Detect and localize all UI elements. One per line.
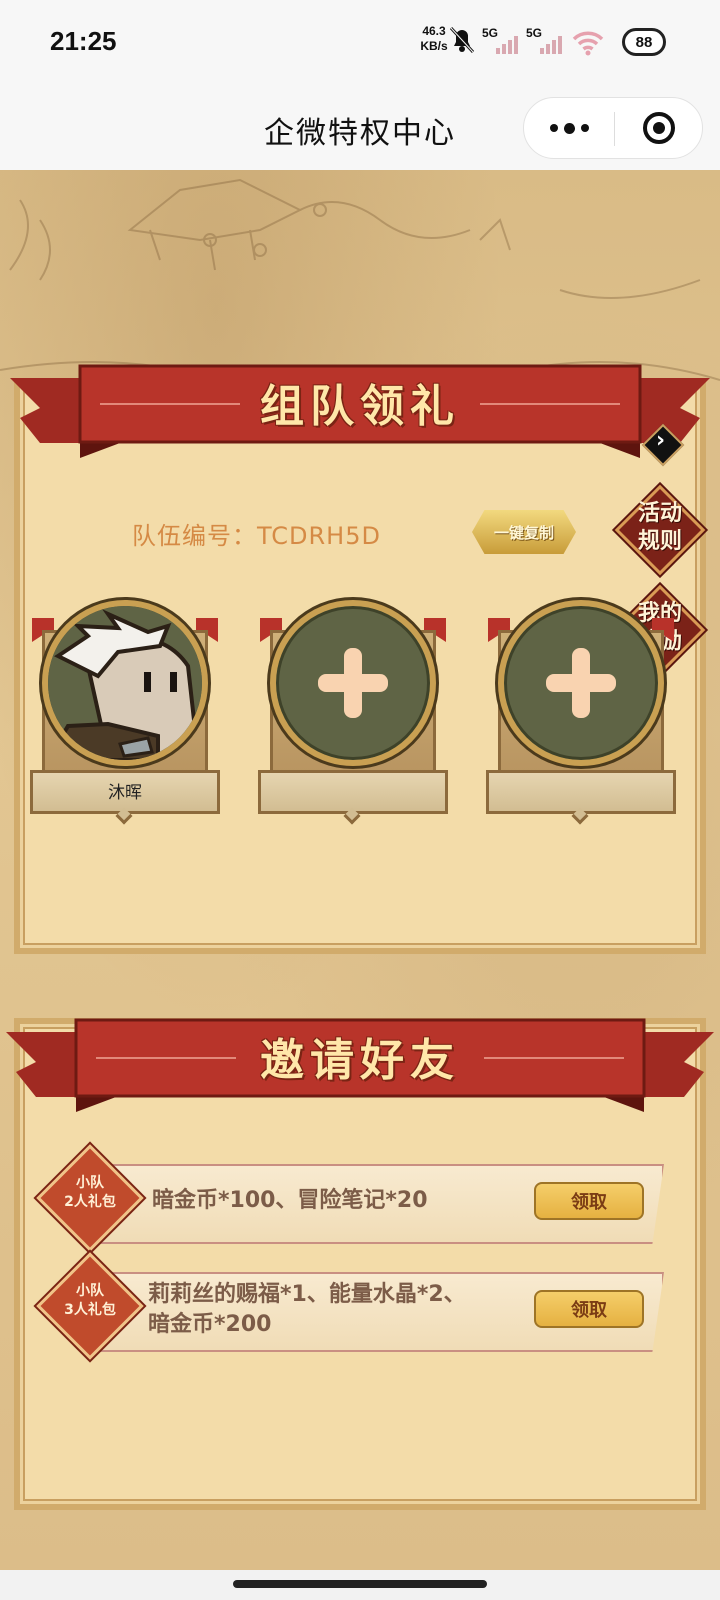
mute-bell-icon	[449, 26, 475, 54]
reward-row: 小队 3人礼包 莉莉丝的赐福*1、能量水晶*2、 暗金币*200 领取	[36, 1252, 664, 1360]
copy-team-code-button[interactable]: 一键复制	[472, 510, 576, 554]
plus-icon	[546, 648, 616, 718]
name-plate	[258, 770, 448, 814]
activity-rules-button[interactable]: 活动 规则	[614, 484, 706, 576]
reward-description-line1: 莉莉丝的赐福*1、能量水晶*2、	[148, 1282, 466, 1307]
invite-section-title: 邀请好友	[260, 1035, 460, 1086]
reward-row: 小队 2人礼包 暗金币*100、冒险笔记*20 领取	[36, 1144, 664, 1252]
badge-line2: 2人礼包	[64, 1194, 116, 1210]
signal-icon	[496, 36, 518, 54]
badge-line1: 小队	[76, 1283, 104, 1299]
chevron-right-icon: ›	[656, 428, 666, 453]
team-code: 队伍编号：TCDRH5D	[132, 516, 381, 551]
copy-button-label: 一键复制	[493, 523, 554, 542]
close-mini-program-button[interactable]	[615, 98, 703, 158]
claim-button[interactable]: 领取	[534, 1182, 644, 1220]
badge-line2: 3人礼包	[64, 1302, 116, 1318]
team-member-slot	[258, 600, 448, 825]
reward-badge-text: 小队 2人礼包	[44, 1174, 136, 1212]
reward-description-line2: 暗金币*200	[148, 1312, 272, 1337]
content-area: 组队领礼 › 队伍编号：TCDRH5D 一键复制 活动 规则 我的 奖励	[0, 170, 720, 1570]
invite-member-button[interactable]	[498, 600, 664, 766]
reward-description: 暗金币*100、冒险笔记*20	[152, 1186, 428, 1216]
member-avatar[interactable]	[42, 600, 208, 766]
activity-rules-label-line2: 规则	[637, 529, 682, 554]
signal-icon	[540, 36, 562, 54]
home-indicator[interactable]	[233, 1580, 487, 1588]
team-code-label: 队伍编号：	[132, 522, 257, 550]
team-section-title: 组队领礼	[260, 381, 460, 432]
reward-badge-text: 小队 3人礼包	[44, 1282, 136, 1320]
battery-indicator: 88	[622, 28, 666, 56]
invite-member-button[interactable]	[270, 600, 436, 766]
name-plate	[486, 770, 676, 814]
more-dots-icon	[580, 124, 589, 132]
status-time: 21:25	[50, 26, 117, 56]
close-target-icon	[643, 112, 675, 144]
badge-line1: 小队	[76, 1175, 104, 1191]
reward-description-line1: 暗金币*100、冒险笔记*20	[152, 1188, 428, 1213]
more-dots-icon	[563, 122, 575, 134]
more-button[interactable]	[524, 98, 614, 158]
status-bar: 21:25 46.3 KB/s 5G 5G 88	[0, 0, 720, 88]
character-avatar-icon	[48, 606, 202, 760]
activity-rules-label: 活动 规则	[618, 500, 702, 556]
plus-icon	[318, 648, 388, 718]
team-code-value: TCDRH5D	[257, 522, 381, 550]
reward-description: 莉莉丝的赐福*1、能量水晶*2、 暗金币*200	[148, 1280, 466, 1340]
team-member-slot	[486, 600, 676, 825]
activity-rules-label-line1: 活动	[637, 501, 682, 526]
more-dots-icon	[549, 124, 558, 132]
title-bar: 企微特权中心	[0, 88, 720, 170]
team-member-slot: 沐晖	[30, 600, 220, 825]
mini-program-capsule	[523, 97, 703, 159]
wifi-icon	[572, 31, 604, 56]
member-name: 沐晖	[108, 783, 142, 803]
claim-button[interactable]: 领取	[534, 1290, 644, 1328]
